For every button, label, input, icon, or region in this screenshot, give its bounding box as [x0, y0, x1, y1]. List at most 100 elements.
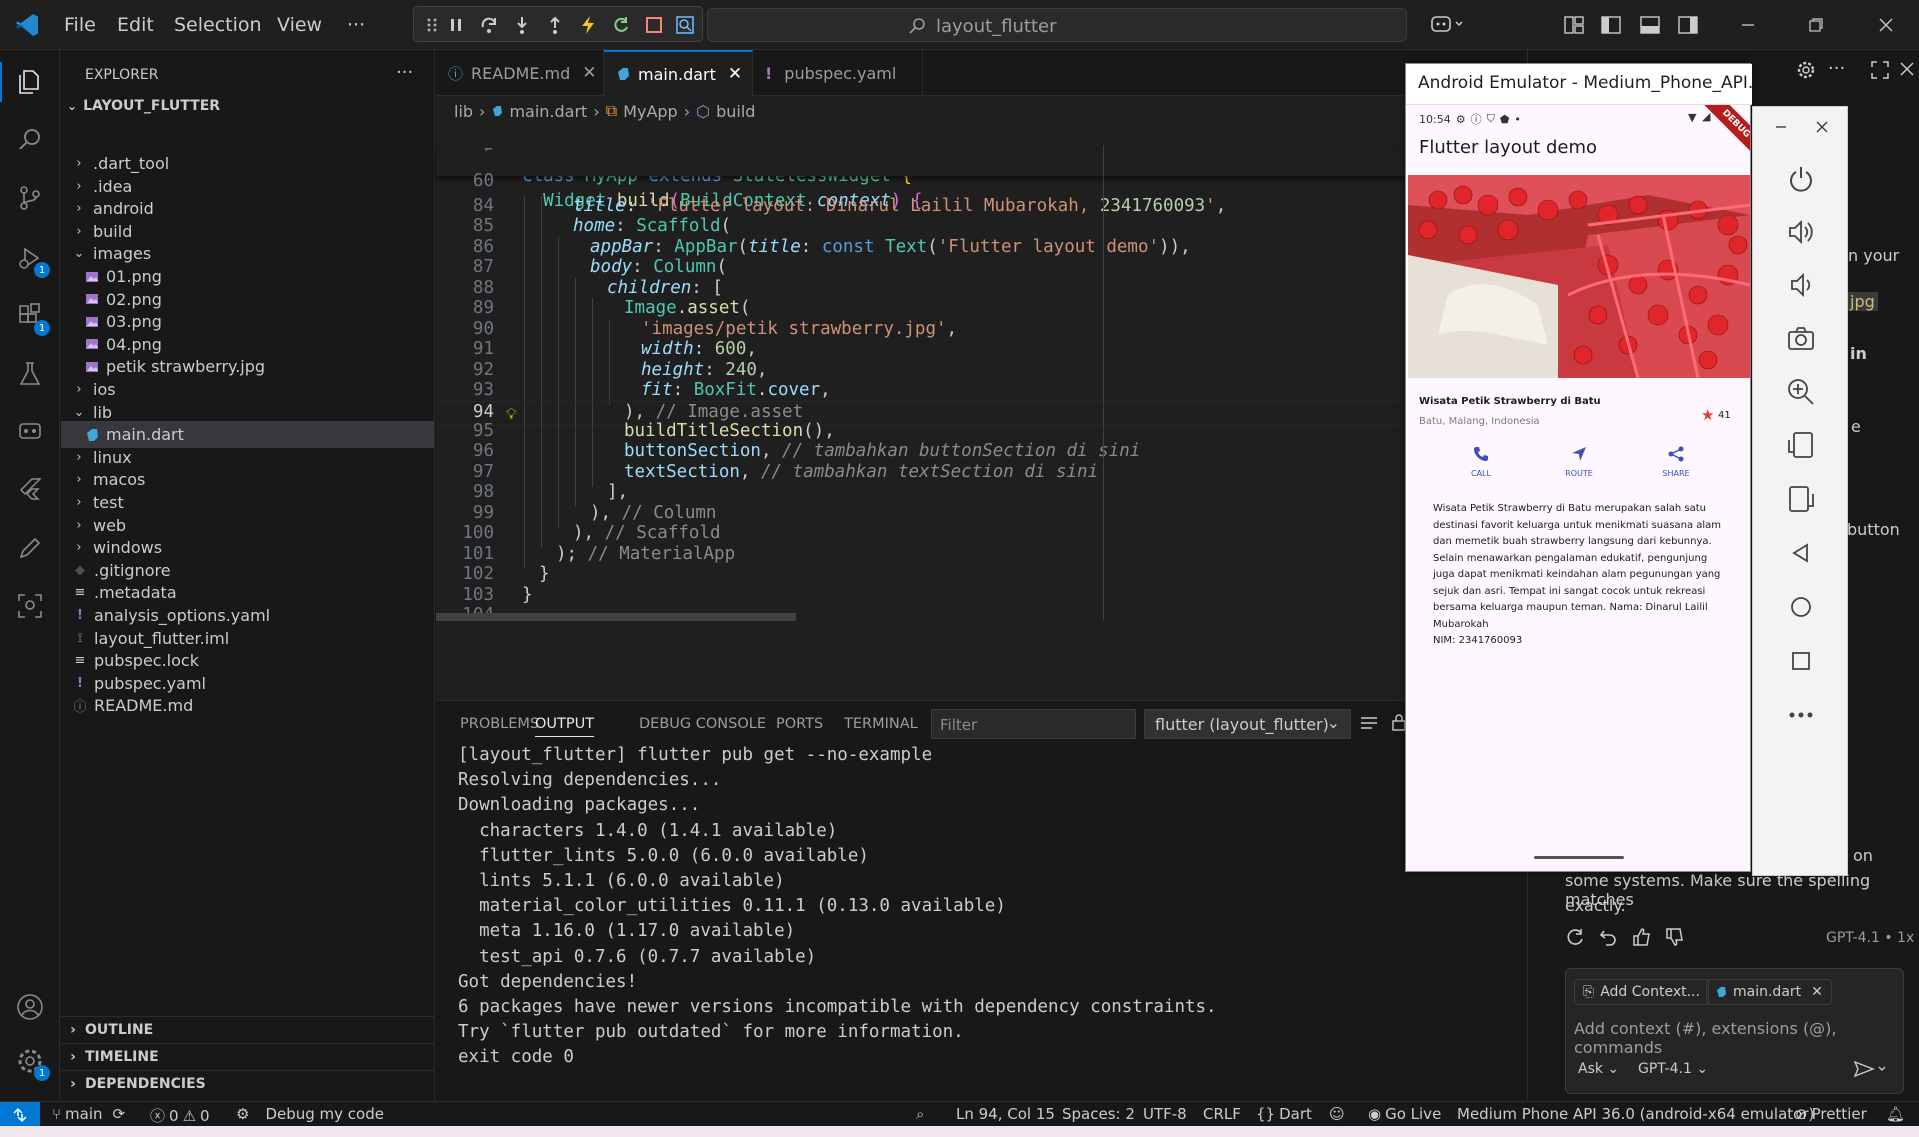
toggle-primary-sidebar-icon[interactable] — [1597, 12, 1625, 38]
inspect-widget-icon[interactable] — [673, 13, 697, 37]
line-ending[interactable]: CRLF — [1203, 1105, 1241, 1123]
extensions-icon[interactable]: 1 — [12, 298, 50, 336]
more-options-icon[interactable] — [1783, 697, 1819, 733]
retry-icon[interactable] — [1566, 927, 1586, 947]
maximize-icon[interactable] — [1871, 61, 1889, 79]
copilot-status-icon[interactable]: ☺ — [1329, 1105, 1345, 1123]
restore-icon[interactable] — [1802, 12, 1830, 38]
menu-file[interactable]: File — [64, 14, 96, 36]
tab-ports[interactable]: PORTS — [776, 716, 823, 732]
drag-handle-icon[interactable] — [420, 13, 444, 37]
minimize-emulator-icon[interactable] — [1775, 121, 1787, 133]
workspace-folder-header[interactable]: ⌄ LAYOUT_FLUTTER — [67, 98, 220, 114]
edit-icon[interactable] — [12, 530, 48, 566]
home-icon[interactable] — [1783, 589, 1819, 625]
step-over-icon[interactable] — [477, 13, 501, 37]
chat-more-icon[interactable]: ··· — [1828, 58, 1845, 79]
step-out-icon[interactable] — [543, 13, 567, 37]
search-view-icon[interactable] — [12, 122, 48, 158]
toggle-secondary-sidebar-icon[interactable] — [1674, 12, 1702, 38]
settings-gear-icon[interactable] — [1796, 60, 1816, 80]
source-control-icon[interactable] — [12, 180, 48, 216]
language-mode[interactable]: {} Dart — [1256, 1105, 1312, 1123]
menu-edit[interactable]: Edit — [117, 14, 154, 36]
prettier-status[interactable]: ⊘ Prettier — [1795, 1105, 1867, 1123]
explorer-more-button[interactable]: ··· — [396, 62, 413, 83]
breadcrumb-folder[interactable]: lib — [454, 102, 473, 121]
breadcrumb-method[interactable]: build — [716, 102, 755, 121]
command-center-search[interactable]: layout_flutter — [707, 8, 1407, 42]
chat-input-box[interactable]: ⎘ Add Context... main.dart ✕ Add context (… — [1565, 968, 1904, 1094]
minimize-icon[interactable] — [1734, 12, 1762, 38]
volume-up-icon[interactable] — [1783, 214, 1819, 250]
undo-icon[interactable] — [1598, 927, 1618, 947]
scan-icon[interactable] — [12, 588, 48, 624]
restart-icon[interactable] — [609, 13, 633, 37]
tab-problems[interactable]: PROBLEMS — [460, 716, 539, 732]
timeline-section[interactable]: › TIMELINE — [61, 1043, 434, 1070]
hot-reload-icon[interactable] — [576, 13, 600, 37]
flutter-icon[interactable] — [12, 472, 48, 508]
close-emulator-icon[interactable] — [1816, 121, 1828, 133]
context-file-chip[interactable]: main.dart ✕ — [1706, 979, 1832, 1005]
zoom-in-icon[interactable] — [1783, 374, 1819, 410]
menu-more[interactable]: ··· — [347, 14, 365, 36]
share-button[interactable]: SHARE — [1653, 445, 1699, 478]
rotate-right-icon[interactable] — [1783, 481, 1819, 517]
explorer-icon[interactable] — [12, 64, 48, 100]
output-channel-select[interactable]: flutter (layout_flutter) ⌄ — [1144, 709, 1351, 739]
emulator-title[interactable]: Android Emulator - Medium_Phone_API... — [1406, 64, 1752, 105]
step-into-icon[interactable] — [510, 13, 534, 37]
pause-icon[interactable] — [444, 13, 468, 37]
tab-debug-console[interactable]: DEBUG CONSOLE — [639, 716, 766, 732]
thumbs-down-icon[interactable] — [1664, 926, 1686, 948]
rotate-left-icon[interactable] — [1783, 427, 1819, 463]
camera-icon[interactable] — [1783, 321, 1819, 357]
tree-file[interactable]: ⓘ README.md — [61, 692, 434, 719]
call-button[interactable]: CALL — [1458, 445, 1504, 478]
breadcrumb-file[interactable]: main.dart — [509, 102, 587, 121]
horizontal-scrollbar[interactable] — [436, 613, 1526, 621]
tab-terminal[interactable]: TERMINAL — [844, 716, 918, 732]
remote-explorer-icon[interactable] — [12, 414, 48, 450]
output-filter-input[interactable]: Filter — [931, 709, 1136, 739]
gesture-bar[interactable] — [1534, 856, 1624, 859]
outline-section[interactable]: › OUTLINE — [61, 1016, 434, 1043]
encoding[interactable]: UTF-8 — [1143, 1105, 1187, 1123]
close-tab-icon[interactable]: ✕ — [582, 63, 596, 83]
power-icon[interactable] — [1783, 161, 1819, 197]
stop-icon[interactable] — [642, 13, 666, 37]
back-icon[interactable] — [1783, 535, 1819, 571]
add-context-button[interactable]: ⎘ Add Context... — [1574, 979, 1709, 1005]
menu-view[interactable]: View — [277, 14, 322, 36]
chat-mode-select[interactable]: Ask ⌄ — [1578, 1061, 1619, 1077]
dependencies-section[interactable]: › DEPENDENCIES — [61, 1070, 434, 1097]
sticky-scroll-line[interactable]: 5 class MyApp extends StatelessWidget { — [436, 126, 1526, 186]
overview-icon[interactable] — [1783, 643, 1819, 679]
lock-icon[interactable] — [1392, 713, 1406, 731]
close-chat-icon[interactable] — [1900, 62, 1914, 76]
tab-pubspec[interactable]: ! pubspec.yaml — [753, 50, 923, 96]
remote-indicator[interactable] — [0, 1102, 40, 1127]
account-icon[interactable] — [12, 989, 48, 1025]
testing-icon[interactable] — [12, 356, 48, 392]
remove-context-icon[interactable]: ✕ — [1811, 984, 1823, 1000]
tab-main-dart[interactable]: main.dart ✕ — [604, 50, 753, 96]
cursor-position[interactable]: Ln 94, Col 15 — [956, 1105, 1055, 1123]
branch-status[interactable]: ⑂ main ⟳ — [52, 1105, 125, 1123]
close-tab-icon[interactable]: ✕ — [728, 64, 742, 84]
send-icon[interactable] — [1853, 1059, 1889, 1079]
zoom-icon[interactable]: ⌕ — [916, 1105, 924, 1123]
word-wrap-icon[interactable] — [1360, 715, 1378, 731]
run-debug-icon[interactable]: 1 — [12, 240, 50, 278]
notifications-bell-icon[interactable]: 🔔︎ — [1886, 1105, 1905, 1123]
volume-down-icon[interactable] — [1783, 267, 1819, 303]
model-select[interactable]: GPT-4.1 ⌄ — [1638, 1061, 1708, 1077]
customize-layout-icon[interactable] — [1560, 12, 1588, 38]
breadcrumb-class[interactable]: MyApp — [623, 102, 678, 121]
tab-output[interactable]: OUTPUT — [535, 716, 595, 737]
copilot-icon[interactable] — [1430, 12, 1466, 36]
thumbs-up-icon[interactable] — [1631, 926, 1653, 948]
device-selector[interactable]: Medium Phone API 36.0 (android-x64 emula… — [1457, 1105, 1814, 1123]
menu-selection[interactable]: Selection — [174, 14, 262, 36]
